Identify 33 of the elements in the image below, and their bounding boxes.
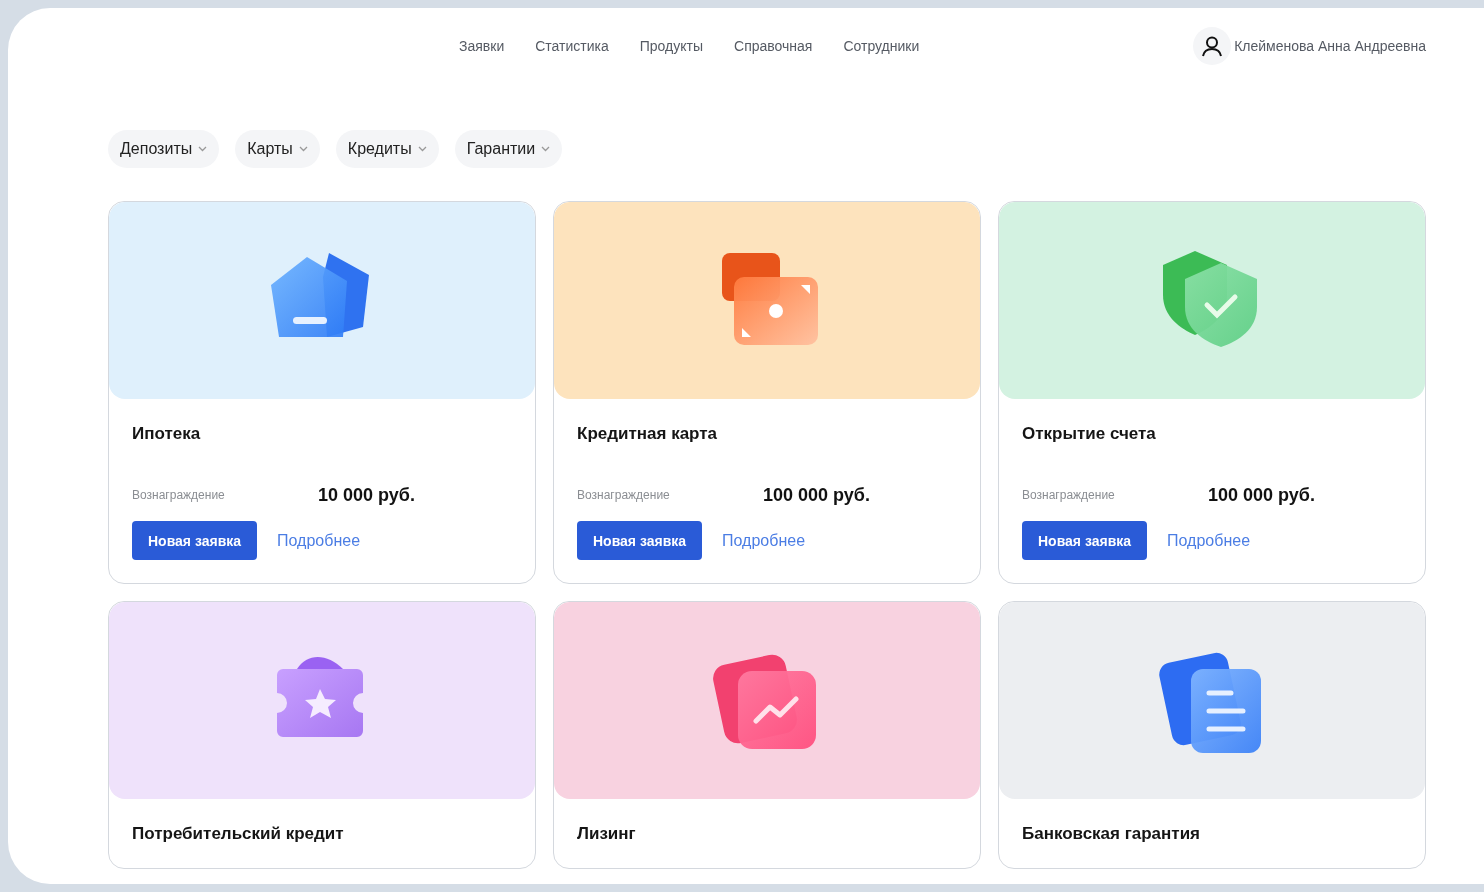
nav-link[interactable]: Сотрудники xyxy=(843,38,920,54)
chevron-down-icon xyxy=(541,146,551,152)
reward-amount: 10 000 руб. xyxy=(318,484,415,506)
filter-dropdown[interactable]: Карты xyxy=(235,130,320,168)
reward-amount: 100 000 руб. xyxy=(763,484,870,506)
reward-amount: 100 000 руб. xyxy=(1208,484,1315,506)
new-request-button[interactable]: Новая заявка xyxy=(1022,521,1148,560)
new-request-button[interactable]: Новая заявка xyxy=(577,521,703,560)
product-title: Открытие счета xyxy=(1022,423,1157,445)
filter-dropdown[interactable]: Депозиты xyxy=(108,130,220,168)
reward-label: Вознаграждение xyxy=(1022,488,1116,502)
product-title: Банковская гарантия xyxy=(1022,823,1202,845)
filter-dropdown[interactable]: Гарантии xyxy=(454,130,563,168)
user-name[interactable]: Клейменова Анна Андреевна xyxy=(1234,38,1426,54)
new-request-button[interactable]: Новая заявка xyxy=(132,521,258,560)
product-title: Кредитная карта xyxy=(577,423,719,445)
chevron-down-icon xyxy=(417,146,427,152)
reward-label: Вознаграждение xyxy=(577,488,671,502)
details-link[interactable]: Подробнее xyxy=(277,531,361,550)
nav-link[interactable]: Продукты xyxy=(639,38,703,54)
chevron-down-icon xyxy=(298,146,308,152)
reward-label: Вознаграждение xyxy=(132,488,226,502)
chevron-down-icon xyxy=(198,146,208,152)
product-title: Ипотека xyxy=(132,423,202,445)
details-link[interactable]: Подробнее xyxy=(722,531,806,550)
nav-link[interactable]: Справочная xyxy=(734,38,813,54)
product-title: Потребительский кредит xyxy=(132,823,345,845)
nav-link[interactable]: Статистика xyxy=(535,38,609,54)
nav-link[interactable]: Заявки xyxy=(459,38,505,54)
filter-dropdown[interactable]: Кредиты xyxy=(335,130,439,168)
details-link[interactable]: Подробнее xyxy=(1167,531,1251,550)
avatar-icon[interactable] xyxy=(1193,27,1232,65)
product-title: Лизинг xyxy=(577,823,637,845)
